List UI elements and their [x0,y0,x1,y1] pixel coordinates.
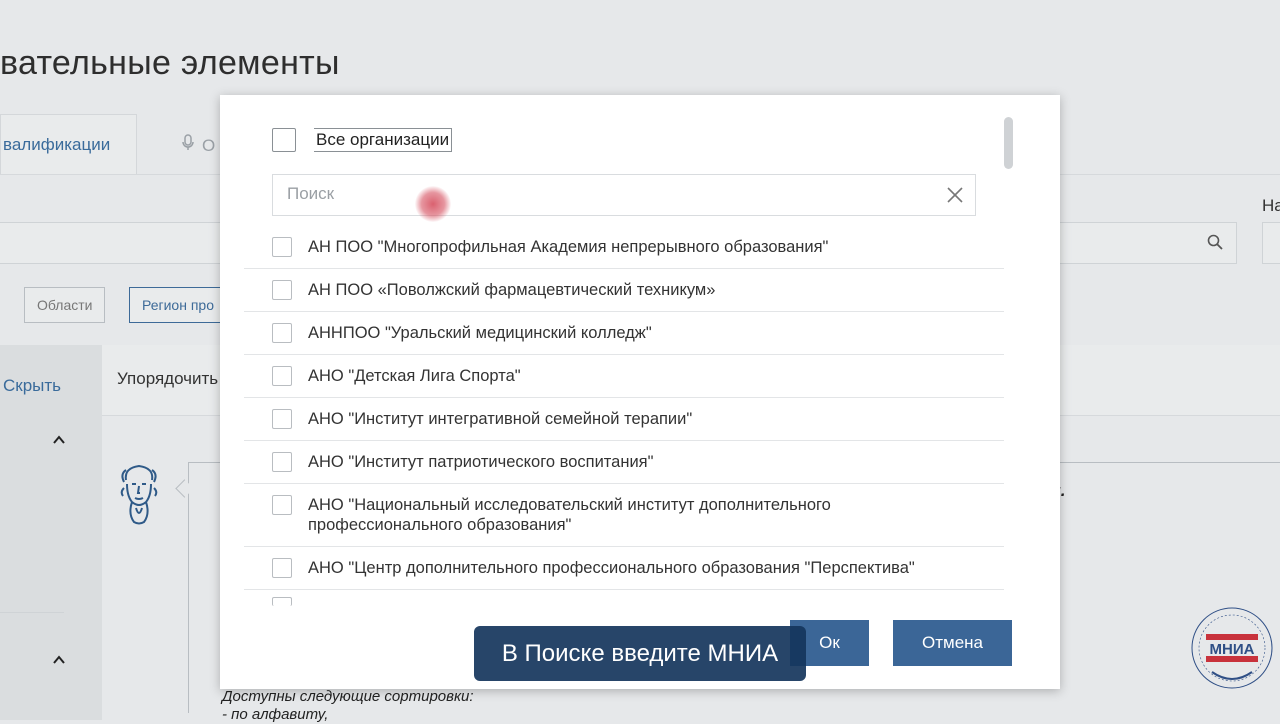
chevron-up-icon[interactable] [53,432,65,448]
organization-name: АНО "Детская Лига Спорта" [308,367,521,385]
organization-search [272,174,976,216]
organizations-modal: Все организации АН ПОО "Многопрофильная … [220,95,1060,689]
checkbox[interactable] [272,366,292,386]
checkbox[interactable] [272,237,292,257]
list-item[interactable]: АНО "Детская Лига Спорта" [244,355,1004,398]
cancel-button[interactable]: Отмена [893,620,1012,666]
search-icon[interactable] [1207,234,1223,250]
page-title: вательные элементы [0,44,340,82]
tab-secondary[interactable]: О [182,134,215,156]
modal-scrollbar[interactable] [1004,117,1013,169]
sidebar [0,345,102,720]
checkbox[interactable] [272,323,292,343]
sidebar-hide-link[interactable]: Скрыть [3,376,61,396]
list-item[interactable]: АНО "Институт интегративной семейной тер… [244,398,1004,441]
organization-name: АНО "Институт интегративной семейной тер… [308,410,693,428]
mnia-logo: МНИА [1188,604,1276,692]
organization-name: АН ПОО «Поволжский фармацевтический техн… [308,281,716,299]
chevron-up-icon[interactable] [53,652,65,668]
tab-secondary-label: О [202,136,216,155]
list-item[interactable] [244,590,1004,606]
sort-note-line: - по алфавиту, [222,706,329,723]
checkbox[interactable] [272,280,292,300]
microphone-icon [182,134,194,156]
sort-label[interactable]: Упорядочить [117,369,218,389]
all-organizations-label[interactable]: Все организации [314,128,453,152]
all-organizations-checkbox[interactable] [272,128,296,152]
background-input-far[interactable] [1262,222,1280,264]
sort-note-line: Доступны следующие сортировки: [222,688,474,705]
organization-name: АНО "Центр дополнительного профессиональ… [308,559,915,577]
checkbox[interactable] [272,495,292,515]
checkbox[interactable] [272,558,292,578]
list-item[interactable]: АНО "Институт патриотического воспитания… [244,441,1004,484]
sidebar-divider [0,612,64,613]
checkbox[interactable] [272,409,292,429]
mouse-cursor-highlight [415,186,451,222]
organization-name: АНО "Институт патриотического воспитания… [308,453,654,471]
video-caption: В Поиске введите МНИА [474,626,806,681]
list-item[interactable]: АН ПОО "Многопрофильная Академия непреры… [244,226,1004,269]
list-item[interactable]: АН ПОО «Поволжский фармацевтический техн… [244,269,1004,312]
filter-regions-button[interactable]: Области [24,287,106,323]
background-label-na: На [1262,196,1280,215]
organization-list: АН ПОО "Многопрофильная Академия непреры… [244,226,1004,606]
sort-note: Доступны следующие сортировки: - по алфа… [222,688,474,724]
tab-qualifications-label: валификации [3,135,111,154]
organization-name: АНО "Национальный исследовательский инст… [308,496,831,534]
philosopher-avatar-icon [114,462,164,526]
organization-name: АННПОО "Уральский медицинский колледж" [308,324,652,342]
svg-text:МНИА: МНИА [1210,641,1255,658]
background-input[interactable] [0,222,223,264]
list-item[interactable]: АНО "Центр дополнительного профессиональ… [244,547,1004,590]
list-item[interactable]: АНО "Национальный исследовательский инст… [244,484,1004,547]
all-organizations-row[interactable]: Все организации [272,128,453,152]
list-item[interactable]: АННПОО "Уральский медицинский колледж" [244,312,1004,355]
checkbox[interactable] [272,597,292,606]
tab-qualifications[interactable]: валификации [0,114,137,175]
close-icon[interactable] [945,185,965,205]
organization-name: АН ПОО "Многопрофильная Академия непреры… [308,238,829,256]
checkbox[interactable] [272,452,292,472]
search-input[interactable] [273,175,941,213]
